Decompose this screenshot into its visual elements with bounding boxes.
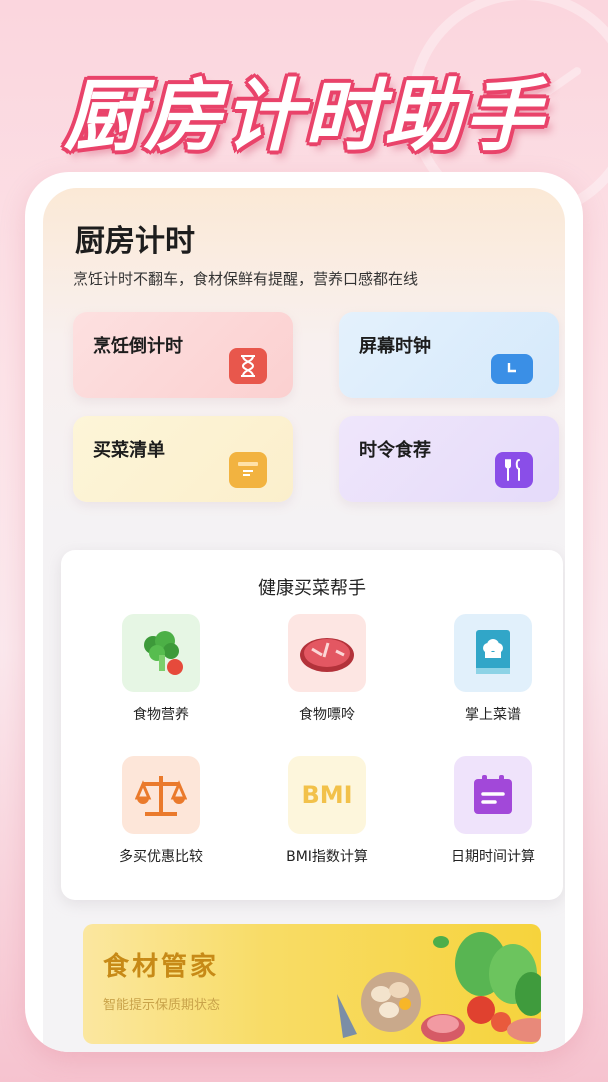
grid-item-label: BMI指数计算	[286, 849, 368, 865]
grid-item-label: 食物营养	[133, 707, 189, 723]
promo-headline: 厨房计时助手	[63, 72, 544, 162]
tile-screen-clock[interactable]: 屏幕时钟	[339, 312, 559, 398]
grid-item-date-calc[interactable]: 日期时间计算	[423, 756, 563, 866]
page-subtitle: 烹饪计时不翻车，食材保鲜有提醒，营养口感都在线	[73, 270, 419, 288]
broccoli-icon	[122, 614, 200, 692]
page-title: 厨房计时	[75, 224, 195, 259]
ingredient-manager-banner[interactable]: 食材管家 智能提示保质期状态	[83, 924, 541, 1044]
grid-item-food-nutrition[interactable]: 食物营养	[91, 614, 231, 724]
tile-label: 屏幕时钟	[359, 336, 431, 357]
grid-item-food-purine[interactable]: 食物嘌呤	[257, 614, 397, 724]
grid-item-label: 食物嘌呤	[299, 707, 355, 723]
grid-item-label: 多买优惠比较	[119, 849, 203, 865]
healthy-shopping-panel: 健康买菜帮手 食物营养 食物嘌呤 掌上菜谱 多买优惠比较 BMI BMI指数计算…	[61, 550, 563, 900]
fork-knife-icon	[495, 452, 533, 488]
grid-item-label: 掌上菜谱	[465, 707, 521, 723]
tile-label: 买菜清单	[93, 440, 165, 461]
bmi-badge: BMI	[301, 781, 353, 809]
clock-icon	[491, 354, 533, 384]
grid-item-bulk-discount[interactable]: 多买优惠比较	[91, 756, 231, 866]
banner-title: 食材管家	[103, 952, 220, 982]
meat-icon	[288, 614, 366, 692]
tile-cooking-countdown[interactable]: 烹饪倒计时	[73, 312, 293, 398]
tile-label: 时令食荐	[359, 440, 431, 461]
calendar-icon	[454, 756, 532, 834]
grid-item-bmi[interactable]: BMI BMI指数计算	[257, 756, 397, 866]
vegetables-illustration	[337, 932, 541, 1042]
panel-title: 健康买菜帮手	[258, 578, 366, 599]
banner-subtitle: 智能提示保质期状态	[103, 998, 221, 1013]
scale-icon	[122, 756, 200, 834]
list-box-icon	[229, 452, 267, 488]
grid-item-recipe[interactable]: 掌上菜谱	[423, 614, 563, 724]
hourglass-icon	[229, 348, 267, 384]
phone-frame: 厨房计时 烹饪计时不翻车，食材保鲜有提醒，营养口感都在线 烹饪倒计时 屏幕时钟 …	[25, 172, 583, 1052]
recipe-book-icon	[454, 614, 532, 692]
tile-shopping-list[interactable]: 买菜清单	[73, 416, 293, 502]
bmi-icon: BMI	[288, 756, 366, 834]
tile-seasonal-food[interactable]: 时令食荐	[339, 416, 559, 502]
tile-label: 烹饪倒计时	[93, 336, 183, 357]
grid-item-label: 日期时间计算	[451, 849, 535, 865]
app-screen: 厨房计时 烹饪计时不翻车，食材保鲜有提醒，营养口感都在线 烹饪倒计时 屏幕时钟 …	[43, 188, 565, 1052]
